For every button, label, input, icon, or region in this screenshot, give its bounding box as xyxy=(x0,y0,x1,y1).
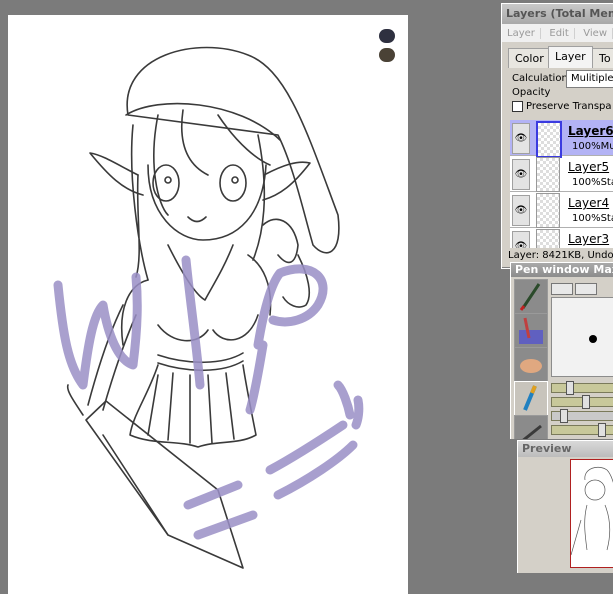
eye-icon[interactable]: 👁 xyxy=(512,159,530,190)
calculation-row: Calculation Mulitiple xyxy=(502,70,613,88)
eye-icon[interactable]: 👁 xyxy=(512,123,530,154)
eye-icon[interactable]: 👁 xyxy=(512,231,530,248)
layers-title: Layers (Total Mem xyxy=(502,4,613,24)
finger-icon[interactable] xyxy=(514,347,548,382)
tab-tool[interactable]: To xyxy=(592,48,613,68)
layer-thumbnail xyxy=(536,121,562,158)
drawing-canvas[interactable] xyxy=(8,15,408,594)
layer-thumbnail xyxy=(536,193,560,228)
eraser-icon[interactable] xyxy=(514,415,548,439)
collar xyxy=(167,244,234,301)
layer-thumbnail xyxy=(536,157,560,192)
hat-outline xyxy=(126,46,340,254)
layer-mode: 100%Sta xyxy=(572,177,613,188)
pen-icon[interactable] xyxy=(514,279,548,314)
lineart-drawing xyxy=(53,46,364,569)
marker-icon[interactable] xyxy=(514,381,548,416)
eye-icon[interactable]: 👁 xyxy=(512,195,530,226)
layer-row[interactable]: 👁 Layer6 100%Mu xyxy=(510,120,613,158)
preserve-row[interactable]: Preserve Transpa xyxy=(502,100,613,114)
layer-row[interactable]: 👁 Layer5 100%Sta xyxy=(510,156,613,192)
menu-edit[interactable]: Edit xyxy=(544,28,575,39)
preserve-label: Preserve Transpa xyxy=(526,101,612,112)
face-outline xyxy=(147,164,267,241)
tab-layer[interactable]: Layer xyxy=(548,46,593,68)
menu-view[interactable]: View xyxy=(578,28,613,39)
layer-row[interactable]: 👁 Layer4 100%Sta xyxy=(510,192,613,228)
pen-window: Pen window Maxi xyxy=(510,262,613,439)
preview-window: Preview xyxy=(517,440,613,573)
panel-tabs: Color Layer To xyxy=(502,46,613,68)
layer-name: Layer6 xyxy=(568,124,613,138)
preview-thumbnail[interactable] xyxy=(570,459,613,568)
layer-list: 👁 Layer6 100%Mu 👁 Layer5 100%Sta 👁 Layer… xyxy=(510,120,613,248)
layer-row[interactable]: 👁 Layer3 xyxy=(510,228,613,248)
hat-brim xyxy=(125,102,281,141)
sword xyxy=(66,384,244,569)
layer-memory-status: Layer: 8421KB, Undo xyxy=(508,250,613,261)
layers-panel: Layers (Total Mem Layer Edit View Color … xyxy=(501,3,613,269)
layer-mode: 100%Mu xyxy=(572,141,613,152)
tab-color[interactable]: Color xyxy=(508,48,551,68)
preview-title: Preview xyxy=(518,441,613,457)
layer-name: Layer3 xyxy=(568,232,610,246)
preserve-checkbox[interactable] xyxy=(512,100,523,112)
layer-name: Layer4 xyxy=(568,196,610,210)
layers-menubar: Layer Edit View xyxy=(502,24,613,42)
ear-left xyxy=(89,152,144,196)
wip-watermark xyxy=(53,255,364,540)
menu-layer[interactable]: Layer xyxy=(502,28,541,39)
hand xyxy=(262,218,299,264)
brush-slider[interactable] xyxy=(551,409,613,423)
brush-dot xyxy=(589,335,597,343)
brush-preview xyxy=(551,297,613,377)
opacity-row: Opacity xyxy=(502,86,613,100)
pen-window-title: Pen window Maxi xyxy=(511,263,613,277)
calculation-label: Calculation xyxy=(512,73,568,84)
brush-icon[interactable] xyxy=(514,313,548,348)
brush-slider[interactable] xyxy=(551,381,613,395)
opacity-label: Opacity xyxy=(512,87,551,98)
brush-size-tab[interactable] xyxy=(575,283,597,295)
brush-slider[interactable] xyxy=(551,395,613,409)
ear-right xyxy=(262,161,311,201)
layer-mode: 100%Sta xyxy=(572,213,613,224)
layer-name: Layer5 xyxy=(568,160,610,174)
brush-slider[interactable] xyxy=(551,423,613,437)
brush-size-tab[interactable] xyxy=(551,283,573,295)
layer-thumbnail xyxy=(536,229,560,248)
